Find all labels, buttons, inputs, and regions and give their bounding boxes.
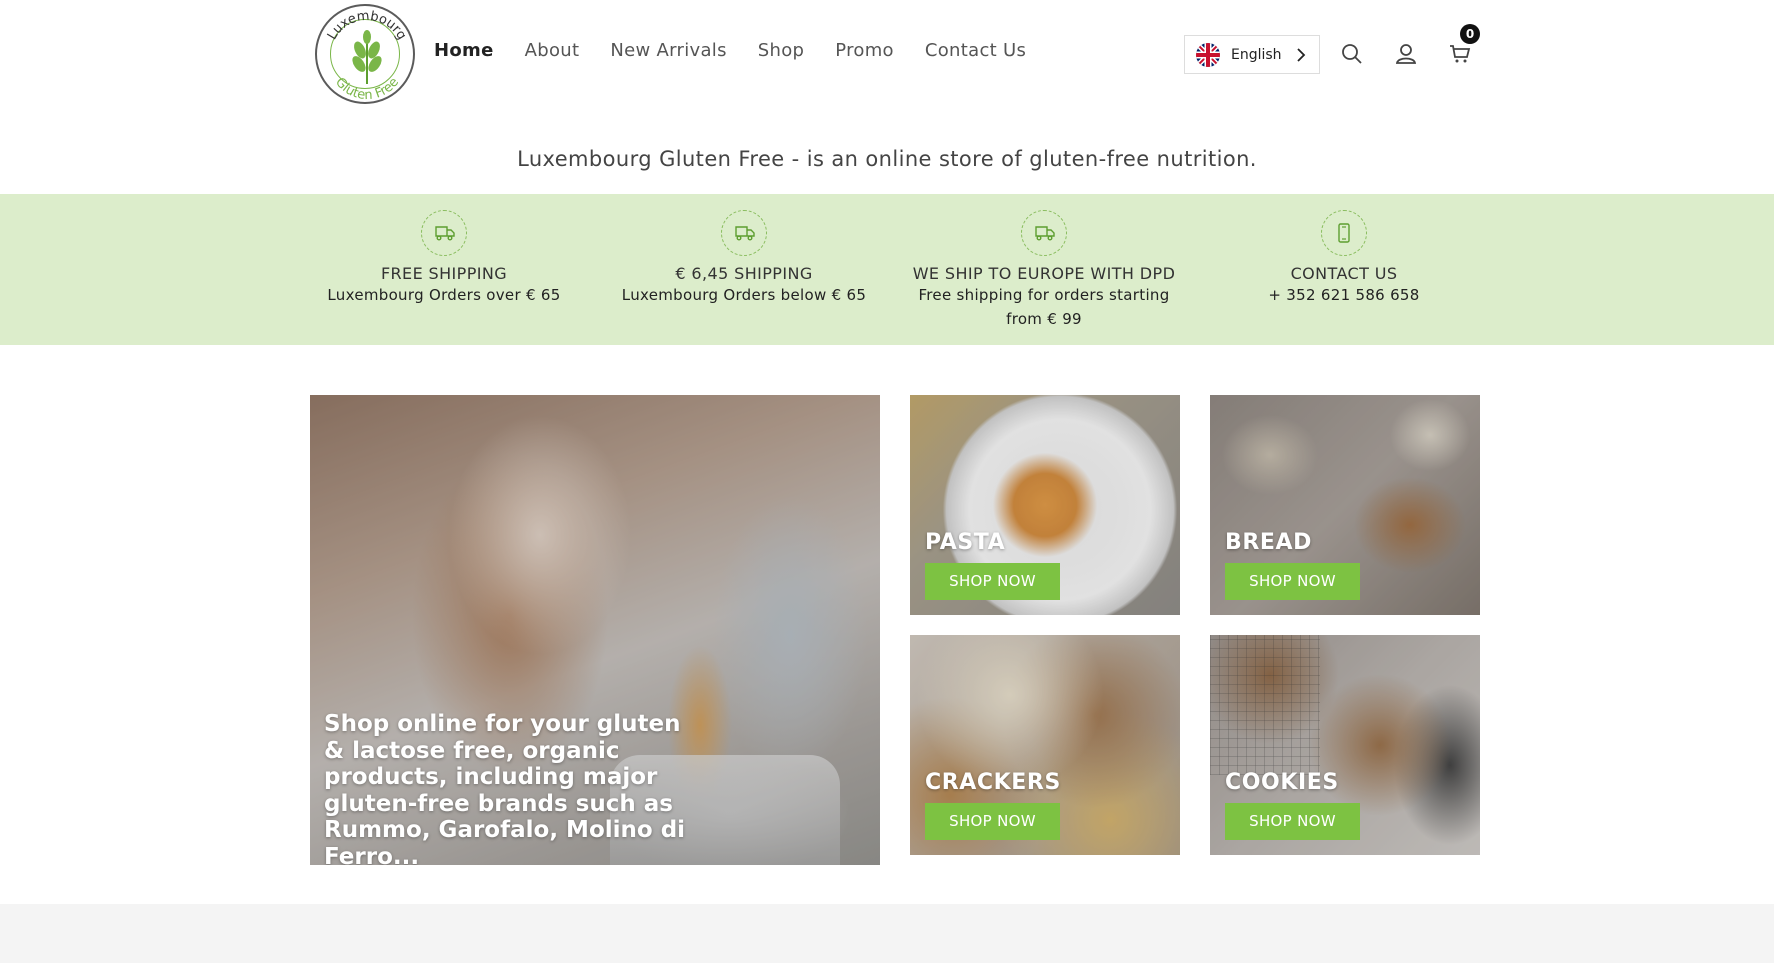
features-strip: FREE SHIPPING Luxembourg Orders over € 6… — [0, 194, 1774, 345]
shop-now-button[interactable]: SHOP NOW — [925, 803, 1060, 840]
store-tagline: Luxembourg Gluten Free - is an online st… — [517, 147, 1257, 171]
language-label: English — [1231, 46, 1282, 63]
hero-banner[interactable]: Shop online for your gluten & lactose fr… — [310, 395, 880, 865]
nav-shop[interactable]: Shop — [758, 40, 804, 61]
feature-subtitle: Luxembourg Orders below € 65 — [621, 286, 867, 304]
phone-icon — [1321, 210, 1367, 256]
nav-promo[interactable]: Promo — [835, 40, 894, 61]
feature-free-shipping: FREE SHIPPING Luxembourg Orders over € 6… — [294, 210, 594, 304]
category-tile-crackers[interactable]: CRACKERS SHOP NOW — [910, 635, 1180, 855]
contact-phone[interactable]: + 352 621 586 658 — [1194, 286, 1494, 304]
shop-now-button[interactable]: SHOP NOW — [925, 563, 1060, 600]
language-selector[interactable]: English — [1184, 35, 1320, 74]
feature-subtitle: Luxembourg Orders over € 65 — [327, 286, 561, 304]
cart-count-badge: 0 — [1460, 24, 1480, 44]
feature-title: € 6,45 SHIPPING — [675, 264, 813, 283]
nav-new-arrivals[interactable]: New Arrivals — [610, 40, 726, 61]
footer-band — [0, 904, 1774, 963]
user-icon[interactable] — [1394, 42, 1418, 66]
truck-icon — [421, 210, 467, 256]
shop-now-button[interactable]: SHOP NOW — [1225, 803, 1360, 840]
feature-title: CONTACT US — [1290, 264, 1398, 283]
shop-now-button[interactable]: SHOP NOW — [1225, 563, 1360, 600]
truck-icon — [721, 210, 767, 256]
cart-icon[interactable] — [1448, 42, 1472, 66]
nav-contact-us[interactable]: Contact Us — [925, 40, 1026, 61]
wheat-icon: Luxembourg Gluten Free — [325, 9, 409, 104]
feature-subtitle-line2: from € 99 — [1006, 310, 1082, 328]
feature-shipping-fee: € 6,45 SHIPPING Luxembourg Orders below … — [594, 210, 894, 304]
category-title: PASTA — [925, 530, 1006, 555]
feature-subtitle: Free shipping for orders starting — [918, 286, 1170, 304]
category-tile-pasta[interactable]: PASTA SHOP NOW — [910, 395, 1180, 615]
site-header: Luxembourg Gluten Free Home About New Ar… — [0, 0, 1774, 110]
chevron-right-icon — [1295, 46, 1307, 68]
main-nav: Home About New Arrivals Shop Promo Conta… — [434, 40, 1057, 61]
nav-home[interactable]: Home — [434, 40, 494, 61]
category-title: COOKIES — [1225, 770, 1339, 795]
feature-europe-dpd: WE SHIP TO EUROPE WITH DPD Free shipping… — [894, 210, 1194, 334]
truck-icon — [1021, 210, 1067, 256]
category-title: BREAD — [1225, 530, 1313, 555]
nav-about[interactable]: About — [525, 40, 580, 61]
search-icon[interactable] — [1340, 42, 1364, 66]
hero-text: Shop online for your gluten & lactose fr… — [324, 711, 686, 865]
feature-contact: CONTACT US + 352 621 586 658 — [1194, 210, 1494, 304]
category-tile-cookies[interactable]: COOKIES SHOP NOW — [1210, 635, 1480, 855]
feature-title: WE SHIP TO EUROPE WITH DPD — [912, 264, 1176, 283]
logo[interactable]: Luxembourg Gluten Free — [315, 4, 415, 104]
uk-flag-icon — [1196, 42, 1220, 67]
category-tile-bread[interactable]: BREAD SHOP NOW — [1210, 395, 1480, 615]
category-title: CRACKERS — [925, 770, 1061, 795]
feature-title: FREE SHIPPING — [380, 264, 508, 283]
